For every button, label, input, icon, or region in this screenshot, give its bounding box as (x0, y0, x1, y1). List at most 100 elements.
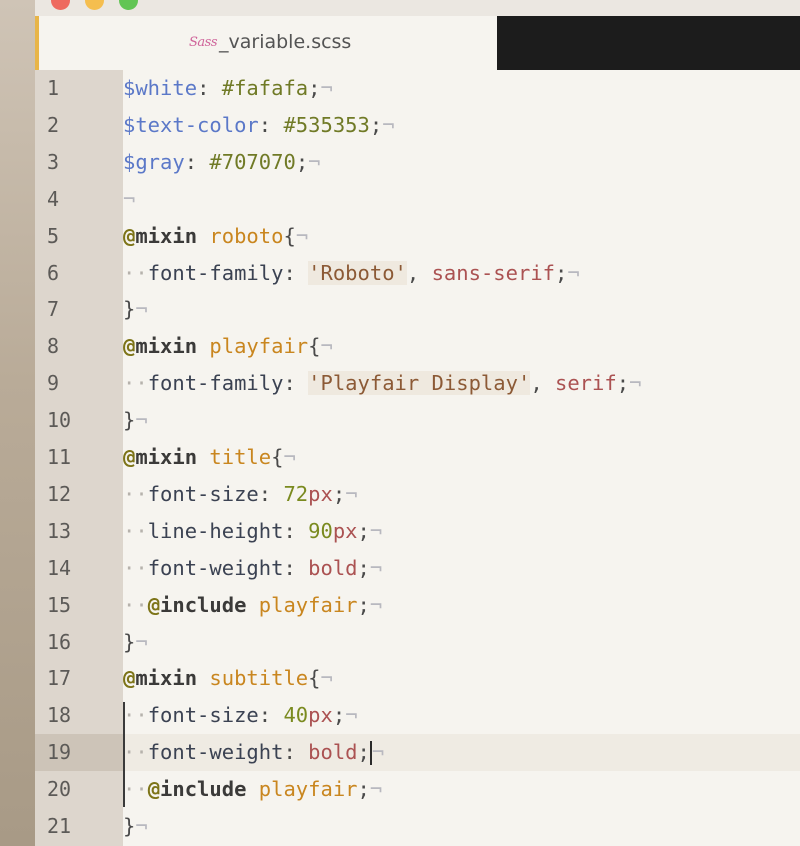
zoom-window-button[interactable] (119, 0, 138, 10)
token-inv: ¬ (295, 223, 309, 248)
token-punct: : (283, 518, 309, 543)
token-at: @ (147, 777, 161, 802)
line-number: 18 (47, 703, 72, 728)
token-at: @ (123, 223, 136, 248)
token-inv: ¬ (320, 666, 333, 691)
token-mixname: title (209, 445, 272, 469)
title-bar (35, 0, 800, 16)
code-text: ¬ (123, 181, 135, 218)
code-text: ··font-size: 40px;¬ (123, 697, 358, 734)
line-number: 5 (47, 223, 60, 248)
token-at: @ (147, 592, 161, 617)
indent-dots: ·· (123, 703, 148, 728)
line-number: 21 (47, 814, 72, 838)
token-inv: ¬ (371, 740, 385, 765)
code-line[interactable]: 19 ··font-weight: bold;¬ (35, 734, 800, 772)
code-line[interactable]: 16}¬ (35, 624, 800, 661)
token-inv: ¬ (369, 777, 383, 802)
line-number: 1 (47, 76, 60, 100)
token-mixname: roboto (209, 223, 284, 248)
token-var: $gray (123, 149, 185, 174)
code-line[interactable]: 5 @mixin roboto{¬ (35, 218, 800, 255)
code-line[interactable]: 1 $white: #fafafa;¬ (35, 70, 800, 107)
tab-bar: Sass _variable.scss (35, 16, 800, 70)
code-line[interactable]: 8 @mixin playfair{¬ (35, 328, 800, 365)
code-line[interactable]: 18 ··font-size: 40px;¬ (35, 697, 800, 734)
line-number: 8 (47, 334, 60, 359)
token-mixname: playfair (209, 334, 309, 359)
code-text: ··font-weight: bold;¬ (123, 550, 382, 587)
code-line[interactable]: 12 ··font-size: 72px;¬ (35, 476, 800, 513)
code-line[interactable]: 7}¬ (35, 291, 800, 328)
indent-dots: ·· (123, 555, 148, 580)
line-number: 15 (47, 592, 72, 617)
line-number: 17 (47, 666, 72, 691)
token-punct: ; (616, 371, 630, 396)
minimize-window-button[interactable] (85, 0, 104, 10)
token-punct: ; (308, 76, 321, 100)
token-mixname: playfair (258, 777, 358, 802)
token-inv: ¬ (320, 334, 333, 359)
code-line[interactable]: 15 ··@include playfair;¬ (35, 587, 800, 624)
code-text: ··@include playfair;¬ (123, 771, 382, 808)
token-punct: : (258, 481, 284, 506)
indent-guide (123, 702, 125, 807)
code-line[interactable]: 2 $text-color: #535353;¬ (35, 107, 800, 144)
code-line[interactable]: 17 @mixin subtitle{¬ (35, 660, 800, 697)
code-line[interactable]: 14 ··font-weight: bold;¬ (35, 550, 800, 587)
token-prop: font-size (147, 481, 259, 506)
token-punct: } (123, 408, 136, 433)
line-number: 19 (35, 734, 123, 772)
token-punct: ; (357, 740, 370, 765)
code-line[interactable]: 21}¬ (35, 808, 800, 845)
token-kw: include (160, 777, 247, 802)
line-number: 3 (47, 149, 60, 174)
code-line[interactable]: 11 @mixin title{¬ (35, 439, 800, 476)
token-at: @ (123, 334, 136, 359)
token-val: sans-serif (431, 260, 555, 285)
token-unit: px (308, 481, 333, 506)
token-hex: #fafafa (221, 76, 309, 100)
token-punct: : (258, 112, 284, 137)
token-punct (197, 666, 209, 690)
token-hex: #535353 (283, 112, 370, 137)
token-inv: ¬ (345, 703, 358, 728)
token-punct: } (123, 629, 136, 654)
token-kw: mixin (135, 666, 198, 691)
token-str: 'Roboto' (308, 260, 407, 285)
code-line[interactable]: 20 ··@include playfair;¬ (35, 771, 800, 808)
code-editor[interactable]: 1 $white: #fafafa;¬ 2 $text-color: #535353;… (35, 70, 800, 846)
token-punct (197, 445, 209, 469)
indent-dots: ·· (123, 777, 148, 802)
code-line[interactable]: 6 ··font-family: 'Roboto', sans-serif;¬ (35, 255, 800, 292)
token-val: bold (308, 555, 358, 580)
token-punct: ; (357, 777, 370, 802)
code-line[interactable]: 10}¬ (35, 402, 800, 439)
token-kw: mixin (135, 223, 198, 248)
token-punct: ; (357, 518, 370, 543)
code-text: $text-color: #535353;¬ (123, 107, 395, 144)
line-number: 12 (47, 481, 72, 506)
token-inv: ¬ (369, 592, 383, 617)
token-inv: ¬ (283, 445, 296, 469)
token-punct: { (283, 223, 296, 248)
token-punct: : (283, 740, 309, 765)
close-window-button[interactable] (51, 0, 70, 10)
code-line[interactable]: 9 ··font-family: 'Playfair Display', seri… (35, 365, 800, 402)
line-number: 10 (47, 408, 72, 433)
token-inv: ¬ (629, 371, 642, 396)
token-num: 40 (283, 703, 309, 728)
indent-dots: ·· (123, 740, 148, 765)
tab-variable-scss[interactable]: Sass _variable.scss (35, 16, 497, 70)
code-line[interactable]: 13 ··line-height: 90px;¬ (35, 513, 800, 550)
token-inv: ¬ (369, 518, 383, 543)
code-line[interactable]: 3 $gray: #707070;¬ (35, 144, 800, 181)
token-inv: ¬ (135, 629, 148, 654)
token-punct: : (283, 260, 309, 285)
token-num: 72 (283, 481, 309, 506)
token-punct: ; (357, 555, 370, 580)
indent-dots: ·· (123, 518, 148, 543)
token-var: $text-color (123, 112, 259, 137)
token-prop: font-family (147, 260, 284, 285)
code-line[interactable]: 4 ¬ (35, 181, 800, 218)
